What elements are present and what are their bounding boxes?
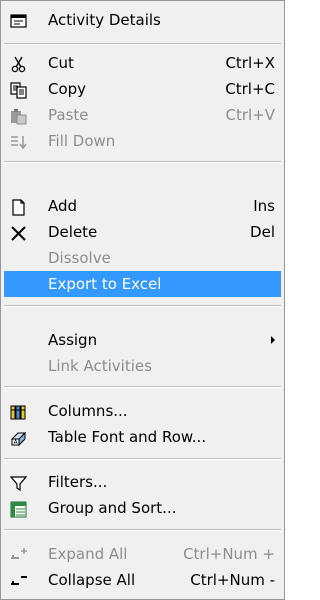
menu-item-export-to-excel[interactable]: Export to Excel	[4, 271, 281, 297]
table-font-icon: A	[10, 429, 27, 447]
menu-item-label: Expand All	[48, 545, 128, 563]
menu-separator	[4, 529, 281, 531]
menu-item-copy[interactable]: Copy Ctrl+C	[4, 76, 281, 102]
menu-item-label: Cut	[48, 54, 74, 72]
shortcut-label: Ctrl+C	[225, 80, 275, 98]
shortcut-label: Del	[250, 223, 275, 241]
menu-item-label: Activity Details	[48, 11, 161, 29]
menu-item-label: Collapse All	[48, 571, 136, 589]
menu-item-activity-details[interactable]: Activity Details	[4, 7, 281, 33]
menu-item-expand-all: Expand All Ctrl+Num +	[4, 541, 281, 567]
menu-item-label: Group and Sort...	[48, 499, 177, 517]
paste-icon	[10, 107, 27, 125]
menu-separator	[4, 386, 281, 388]
new-document-icon	[10, 198, 27, 216]
columns-icon	[10, 403, 27, 420]
menu-item-collapse-all[interactable]: Collapse All Ctrl+Num -	[4, 567, 281, 593]
menu-item-label: Paste	[48, 106, 89, 124]
expand-all-icon	[10, 546, 27, 563]
collapse-all-icon	[10, 572, 27, 589]
menu-item-label: Fill Down	[48, 132, 116, 150]
menu-item-delete[interactable]: Delete Del	[4, 219, 281, 245]
menu-item-label: Link Activities	[48, 357, 152, 375]
menu-item-label: Delete	[48, 223, 98, 241]
shortcut-label: Ctrl+V	[225, 106, 275, 124]
menu-item-label: Table Font and Row...	[48, 428, 207, 446]
menu-item-label: Columns...	[48, 402, 128, 420]
copy-icon	[10, 81, 27, 99]
fill-down-icon	[10, 133, 27, 150]
menu-item-assign[interactable]: Assign	[4, 327, 281, 353]
menu-item-label: Export to Excel	[48, 275, 162, 293]
activity-details-icon	[10, 12, 27, 29]
menu-separator	[4, 305, 281, 307]
menu-item-label: Dissolve	[48, 249, 111, 267]
group-sort-icon	[10, 500, 27, 518]
menu-item-label: Add	[48, 197, 78, 215]
delete-x-icon	[10, 224, 27, 241]
context-menu: Activity Details Cut Ctrl+X Copy Ctrl+C …	[0, 0, 285, 600]
menu-item-fill-down: Fill Down	[4, 128, 281, 154]
menu-item-dissolve: Dissolve	[4, 245, 281, 271]
shortcut-label: Ctrl+Num +	[183, 545, 275, 563]
submenu-arrow-icon	[271, 336, 275, 344]
filter-funnel-icon	[9, 474, 28, 492]
shortcut-label: Ins	[253, 197, 275, 215]
menu-item-cut[interactable]: Cut Ctrl+X	[4, 50, 281, 76]
menu-separator	[4, 43, 281, 45]
shortcut-label: Ctrl+X	[225, 54, 275, 72]
shortcut-label: Ctrl+Num -	[190, 571, 275, 589]
menu-item-add[interactable]: Add Ins	[4, 193, 281, 219]
menu-item-filters[interactable]: Filters...	[4, 469, 281, 495]
menu-item-group-and-sort[interactable]: Group and Sort...	[4, 495, 281, 521]
menu-separator	[4, 161, 281, 163]
menu-item-label: Assign	[48, 331, 98, 349]
menu-item-table-font-and-row[interactable]: A Table Font and Row...	[4, 424, 281, 450]
menu-separator	[4, 458, 281, 460]
menu-item-columns[interactable]: Columns...	[4, 398, 281, 424]
menu-item-label: Copy	[48, 80, 87, 98]
menu-item-link-activities: Link Activities	[4, 353, 281, 379]
menu-item-label: Filters...	[48, 473, 108, 491]
menu-item-paste: Paste Ctrl+V	[4, 102, 281, 128]
scissors-icon	[10, 55, 27, 73]
